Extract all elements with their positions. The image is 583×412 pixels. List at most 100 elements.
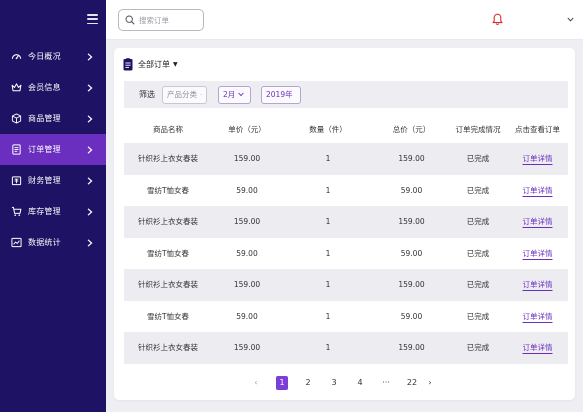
filter-bar: 筛选 产品分类 2月 2019年 xyxy=(124,81,568,108)
sidebar-item-label: 财务管理 xyxy=(28,176,61,185)
order-detail-link[interactable]: 订单详情 xyxy=(523,280,553,289)
sidebar-item-label: 订单管理 xyxy=(28,145,61,154)
year-select[interactable]: 2019年 xyxy=(261,85,301,104)
status-cell: 已完成 xyxy=(466,280,490,290)
bell-icon[interactable] xyxy=(492,13,503,26)
order-detail-link[interactable]: 订单详情 xyxy=(523,343,553,352)
document-icon xyxy=(10,144,22,156)
chevron-right-icon xyxy=(85,114,95,124)
sidebar-item-inventory[interactable]: 库存管理 xyxy=(0,196,106,227)
page-button-current[interactable]: 1 xyxy=(276,375,288,390)
search-icon xyxy=(125,15,135,25)
caret-down-icon: ▼ xyxy=(173,60,178,68)
card-title: 全部订单 xyxy=(138,59,170,69)
total-price-cell: 159.00 xyxy=(398,280,425,290)
unit-price-cell: 59.00 xyxy=(236,248,258,258)
order-detail-link[interactable]: 订单详情 xyxy=(523,312,553,321)
sidebar-item-label: 库存管理 xyxy=(28,207,61,216)
chevron-right-icon xyxy=(85,83,95,93)
page-button[interactable]: 3 xyxy=(328,376,340,390)
table-row: 雪纺T恤女春 59.00 1 59.00 已完成 订单详情 xyxy=(124,301,568,333)
order-detail-link[interactable]: 订单详情 xyxy=(523,249,553,258)
table-row: 针织衫上衣女春装 159.00 1 159.00 已完成 订单详情 xyxy=(124,332,568,364)
sidebar-item-finance[interactable]: 财务管理 xyxy=(0,165,106,196)
sidebar-item-overview[interactable]: 今日概况 xyxy=(0,41,106,72)
chevron-down-icon[interactable] xyxy=(567,17,574,22)
chevron-down-icon xyxy=(200,93,202,96)
total-price-cell: 159.00 xyxy=(398,154,425,164)
product-name-cell: 针织衫上衣女春装 xyxy=(138,280,198,290)
chevron-right-icon xyxy=(85,52,95,62)
category-select[interactable]: 产品分类 xyxy=(162,85,207,104)
table-row: 针织衫上衣女春装 159.00 1 159.00 已完成 订单详情 xyxy=(124,269,568,301)
unit-price-cell: 159.00 xyxy=(233,343,261,353)
sidebar-item-products[interactable]: 商品管理 xyxy=(0,103,106,134)
chevron-down-icon xyxy=(238,92,245,97)
year-select-value: 2019年 xyxy=(266,90,293,99)
status-cell: 已完成 xyxy=(466,217,490,227)
page-button[interactable]: 4 xyxy=(354,376,366,390)
total-price-cell: 59.00 xyxy=(400,311,423,321)
table-row: 针织衫上衣女春装 159.00 1 159.00 已完成 订单详情 xyxy=(124,206,568,238)
quantity-cell: 1 xyxy=(325,311,331,321)
product-name-cell: 针织衫上衣女春装 xyxy=(138,154,198,164)
search-box[interactable] xyxy=(118,9,204,31)
order-scope-dropdown[interactable]: 全部订单 ▼ xyxy=(123,57,178,71)
page-button[interactable]: 2 xyxy=(302,376,314,390)
search-input[interactable] xyxy=(139,15,199,25)
table-row: 雪纺T恤女春 59.00 1 59.00 已完成 订单详情 xyxy=(124,175,568,207)
sidebar-item-label: 今日概况 xyxy=(28,52,61,61)
product-name-cell: 针织衫上衣女春装 xyxy=(138,343,198,353)
quantity-cell: 1 xyxy=(325,280,331,290)
pagination: ‹ 1 2 3 4 ··· 22 › xyxy=(250,375,436,390)
column-header: 数量（件） xyxy=(309,125,347,134)
column-header: 点击查看订单 xyxy=(515,125,560,134)
quantity-cell: 1 xyxy=(325,248,331,258)
product-name-cell: 针织衫上衣女春装 xyxy=(138,217,198,227)
category-select-value: 产品分类 xyxy=(167,90,197,99)
next-page-button[interactable]: › xyxy=(424,376,436,390)
menu-toggle-icon[interactable] xyxy=(87,14,98,24)
order-detail-link[interactable]: 订单详情 xyxy=(523,154,553,163)
status-cell: 已完成 xyxy=(466,185,490,195)
orders-table: 商品名称 单价（元） 数量（件） 总价（元） 订单完成情况 点击查看订单 针织衫… xyxy=(124,116,568,364)
product-name-cell: 雪纺T恤女春 xyxy=(146,311,190,321)
status-cell: 已完成 xyxy=(466,343,490,353)
clipboard-icon xyxy=(123,57,133,70)
product-name-cell: 雪纺T恤女春 xyxy=(146,185,190,195)
sidebar-item-label: 会员信息 xyxy=(28,83,61,92)
sidebar-nav: 今日概况 会员信息 商品管理 订单管理 财务管理 库存管理 数据统计 xyxy=(0,41,106,258)
line-chart-icon xyxy=(10,237,22,249)
month-select-value: 2月 xyxy=(223,90,236,99)
quantity-cell: 1 xyxy=(325,217,331,227)
total-price-cell: 59.00 xyxy=(400,248,423,258)
status-cell: 已完成 xyxy=(466,311,490,321)
unit-price-cell: 59.00 xyxy=(236,311,258,321)
wallet-icon xyxy=(10,175,22,187)
chevron-right-icon xyxy=(85,207,95,217)
page-button-last[interactable]: 22 xyxy=(406,376,418,390)
column-header: 单价（元） xyxy=(228,125,266,134)
chevron-right-icon xyxy=(85,145,95,155)
sidebar-item-members[interactable]: 会员信息 xyxy=(0,72,106,103)
orders-card: 全部订单 ▼ 筛选 产品分类 2月 2019年 商品名称 单价（元） 数量（件）… xyxy=(114,48,575,400)
crown-icon xyxy=(10,82,22,94)
table-header: 商品名称 单价（元） 数量（件） 总价（元） 订单完成情况 点击查看订单 xyxy=(124,116,568,143)
column-header: 商品名称 xyxy=(153,125,183,134)
sidebar: 今日概况 会员信息 商品管理 订单管理 财务管理 库存管理 数据统计 xyxy=(0,0,106,412)
order-detail-link[interactable]: 订单详情 xyxy=(523,186,553,195)
product-name-cell: 雪纺T恤女春 xyxy=(146,248,190,258)
prev-page-button[interactable]: ‹ xyxy=(250,376,262,390)
sidebar-item-label: 商品管理 xyxy=(28,114,61,123)
total-price-cell: 59.00 xyxy=(400,185,423,195)
quantity-cell: 1 xyxy=(325,185,331,195)
chevron-right-icon xyxy=(85,176,95,186)
order-detail-link[interactable]: 订单详情 xyxy=(523,217,553,226)
cart-icon xyxy=(10,206,22,218)
table-row: 针织衫上衣女春装 159.00 1 159.00 已完成 订单详情 xyxy=(124,143,568,175)
month-select[interactable]: 2月 xyxy=(218,85,251,104)
sidebar-item-orders[interactable]: 订单管理 xyxy=(0,134,106,165)
sidebar-item-statistics[interactable]: 数据统计 xyxy=(0,227,106,258)
unit-price-cell: 59.00 xyxy=(236,185,258,195)
total-price-cell: 159.00 xyxy=(398,343,425,353)
